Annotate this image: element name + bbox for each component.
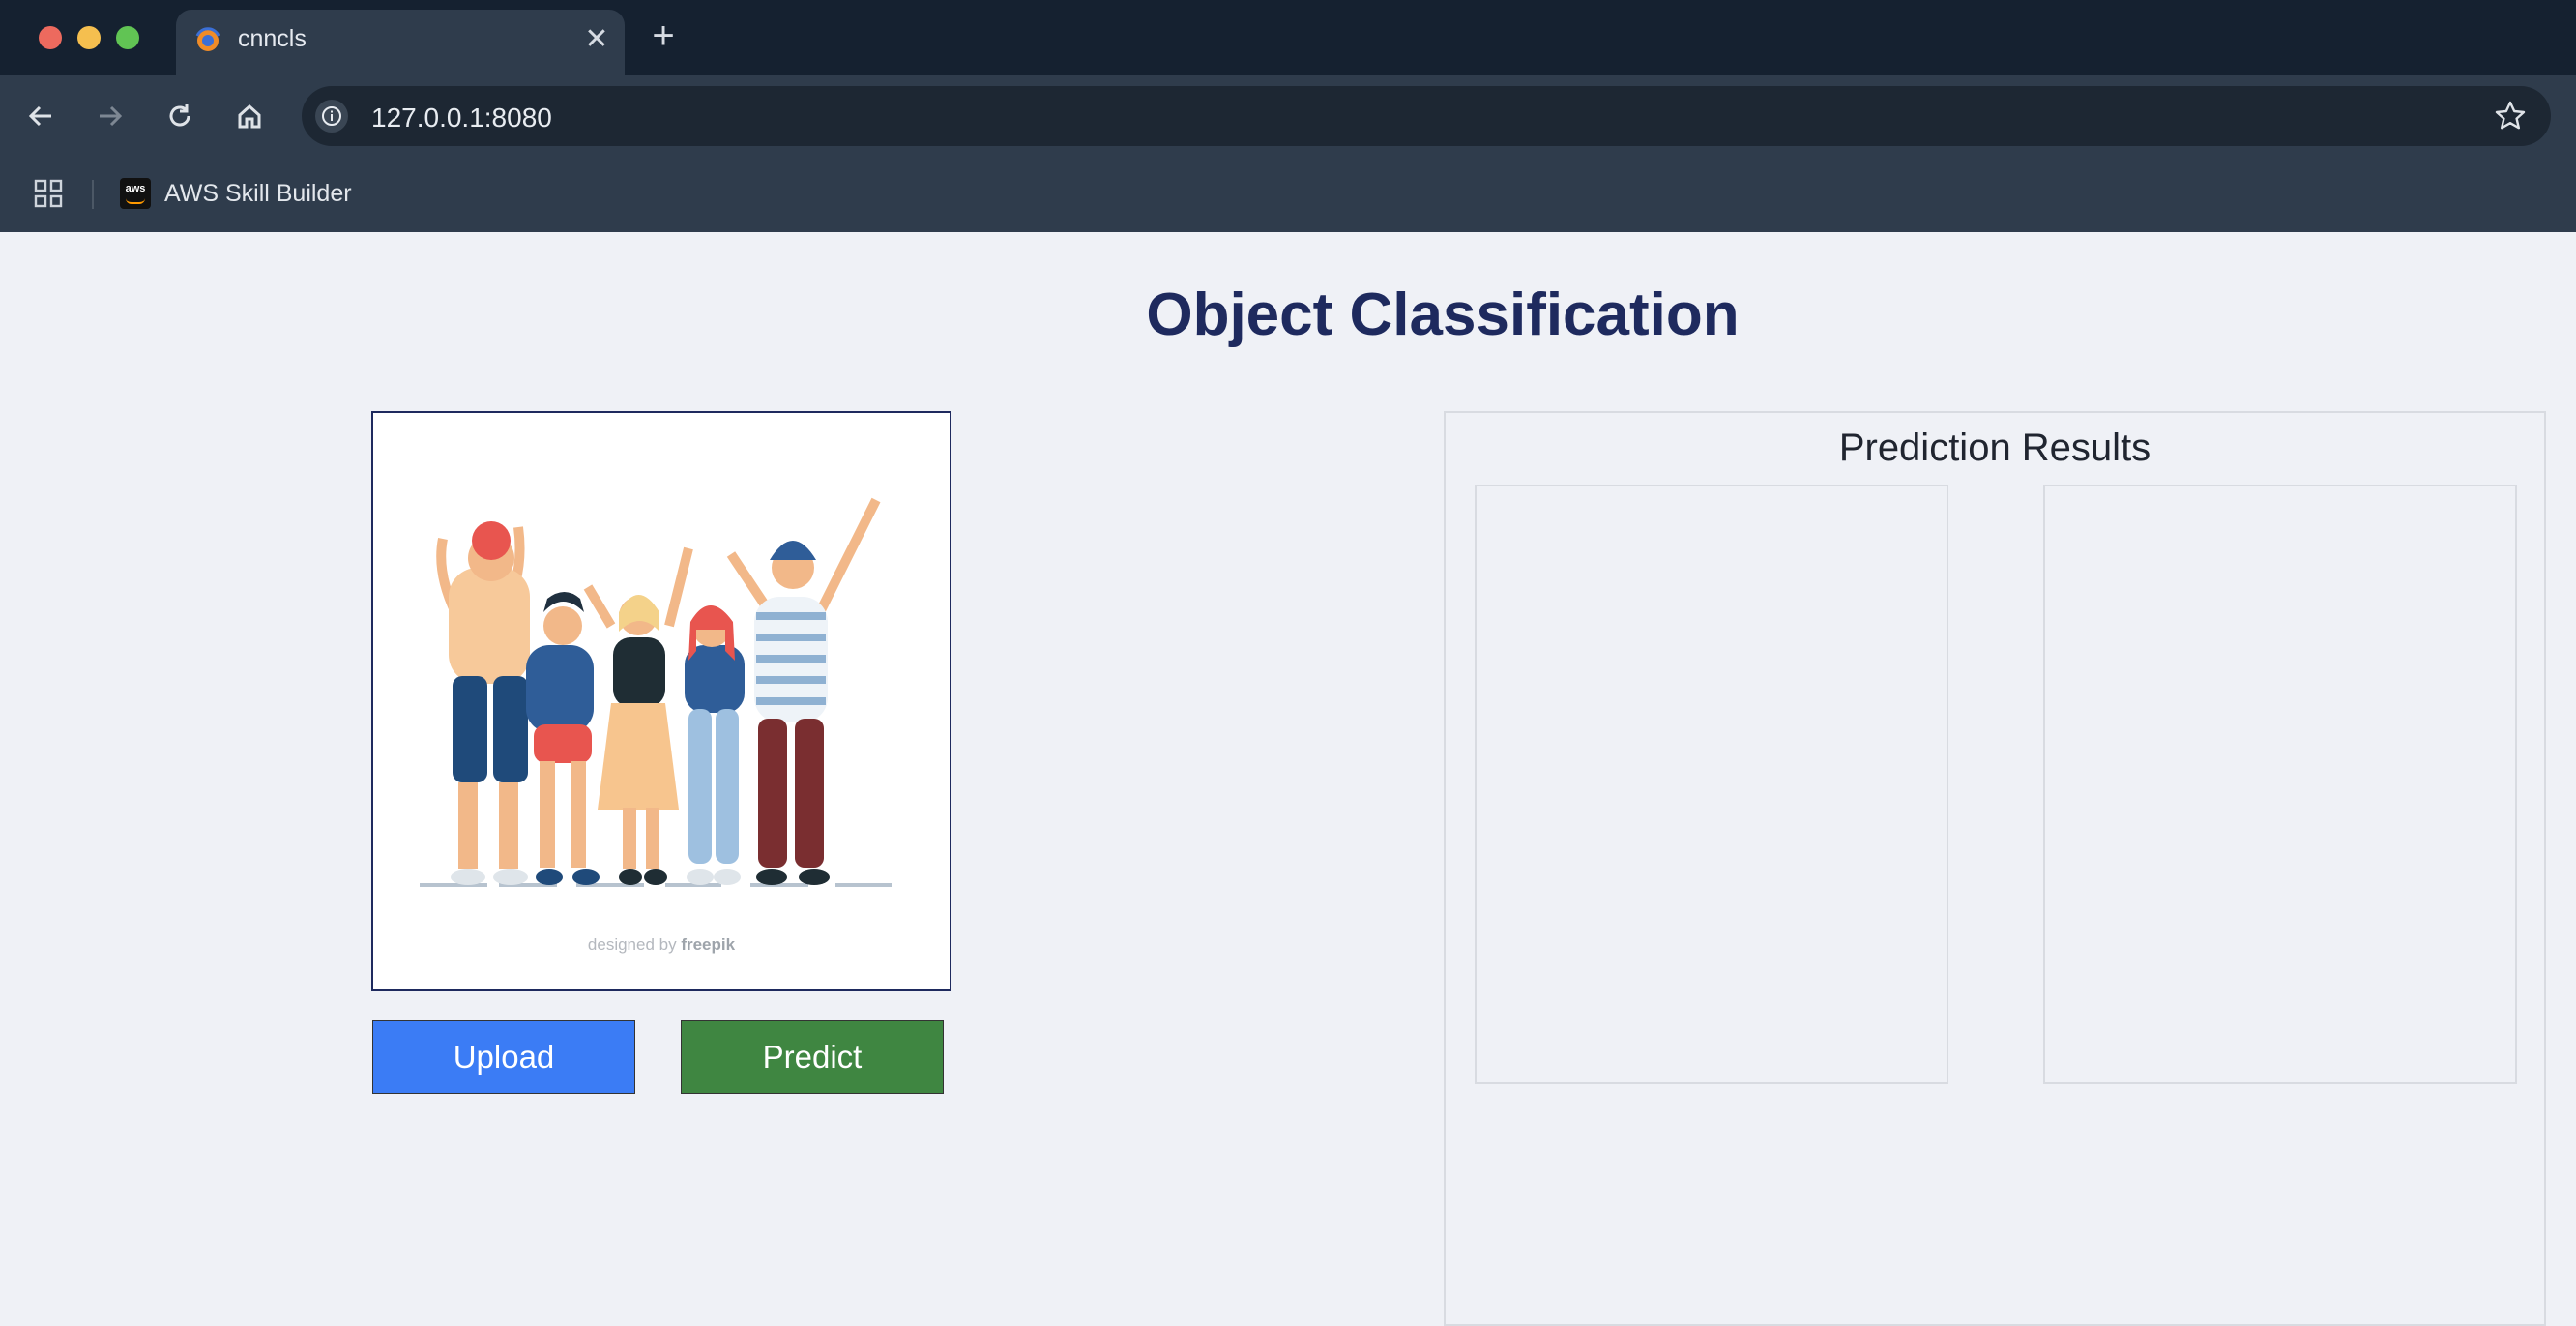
image-illustration: designed by freepik [383,423,940,980]
back-icon[interactable] [17,93,64,139]
new-tab-icon[interactable]: + [646,16,681,55]
image-credit-prefix: designed by [587,935,677,954]
tab-close-icon[interactable]: ✕ [580,23,613,56]
bookmarks-divider [92,180,94,209]
people-illustration [420,497,892,887]
bookmarks-bar: aws AWS Skill Builder [0,157,2576,232]
predict-button[interactable]: Predict [681,1020,944,1094]
prediction-results-panel: Prediction Results [1444,411,2546,1326]
bookmark-star-icon[interactable] [2493,99,2528,133]
page-title: Object Classification [1146,281,1740,348]
result-output-box-left [1475,485,1948,1084]
uploaded-image-preview: designed by freepik [371,411,951,991]
close-window-button[interactable] [39,26,62,49]
bookmark-label: AWS Skill Builder [164,179,352,207]
aws-icon: aws [120,178,151,209]
address-bar[interactable]: 127.0.0.1:8080 [302,86,2551,146]
image-credit: designed by freepik [383,935,940,955]
prediction-results-title: Prediction Results [1838,427,2152,469]
minimize-window-button[interactable] [77,26,101,49]
upload-button[interactable]: Upload [372,1020,635,1094]
bookmark-aws-skill-builder[interactable]: aws AWS Skill Builder [120,174,352,213]
site-info-icon[interactable] [315,100,348,133]
home-icon[interactable] [226,93,273,139]
apps-grid-icon[interactable] [33,178,64,209]
page-content: Object Classification designed by freepi… [0,232,2576,1326]
url-text[interactable]: 127.0.0.1:8080 [371,103,552,133]
browser-tab-active[interactable]: cnncls ✕ [176,10,625,75]
browser-tab-strip: cnncls ✕ + [0,0,2576,75]
maximize-window-button[interactable] [116,26,139,49]
tab-favicon-icon [195,27,220,51]
reload-icon[interactable] [157,93,203,139]
tab-title: cnncls [238,25,307,52]
result-output-box-right [2043,485,2517,1084]
forward-icon[interactable] [87,93,133,139]
browser-toolbar: 127.0.0.1:8080 [0,75,2576,157]
image-credit-brand: freepik [681,935,736,954]
